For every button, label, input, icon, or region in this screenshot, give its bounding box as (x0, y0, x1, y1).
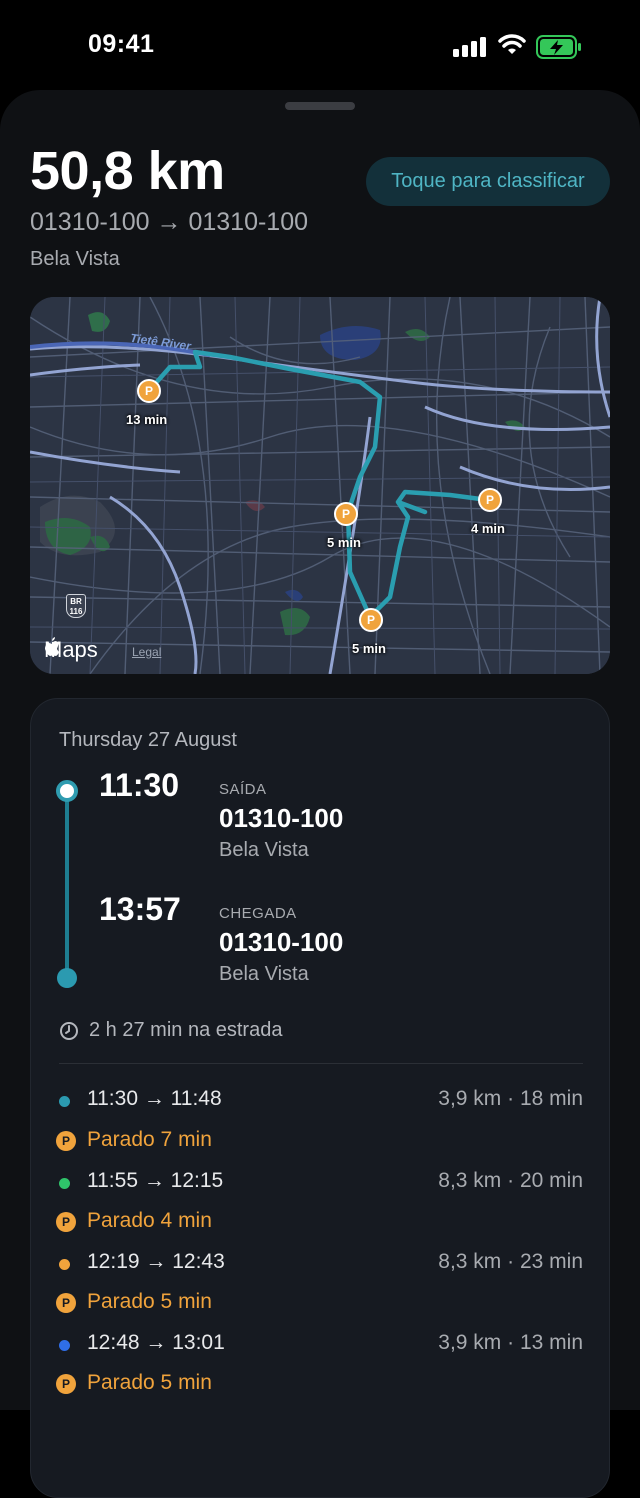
departure-zip: 01310-100 (219, 803, 344, 833)
parking-icon: P (56, 1131, 76, 1151)
map-stop-label: 4 min (471, 521, 505, 536)
arrival-place: Bela Vista (219, 963, 309, 985)
parking-pin-icon[interactable]: P (334, 502, 358, 526)
route-map[interactable]: Tietê River BR 116 P 13 min P 5 min P 4 … (30, 297, 610, 674)
parking-icon: P (56, 1293, 76, 1313)
segment-dot-icon (59, 1259, 70, 1270)
segment-time: 12:48 → 13:01 (87, 1331, 225, 1354)
stop-row[interactable]: P Parado 5 min (56, 1290, 359, 1320)
drive-duration: 2 h 27 min na estrada (59, 1019, 282, 1042)
segment-time: 11:55 → 12:15 (87, 1169, 224, 1192)
trip-sheet: 50,8 km 01310-100 → 01310-100 Bela Vista… (0, 90, 640, 1498)
trip-details-card: Thursday 27 August 11:30 SAÍDA 01310-100… (30, 698, 610, 1498)
shield-top: BR (70, 597, 82, 606)
segment-dot-icon (59, 1340, 70, 1351)
stop-row[interactable]: P Parado 4 min (56, 1209, 359, 1239)
map-stop-label: 5 min (352, 641, 386, 656)
departure-tag: SAÍDA (219, 781, 267, 798)
divider (59, 1063, 583, 1064)
battery-charging-icon (536, 35, 581, 59)
segment-row[interactable]: 11:55 → 12:15 8,3 km · 20 min (59, 1169, 583, 1199)
sheet-grabber[interactable] (285, 102, 355, 110)
segment-stats: 3,9 km · 18 min (438, 1087, 583, 1110)
stop-row[interactable]: P Parado 7 min (56, 1128, 359, 1158)
highway-shield-icon: BR 116 (66, 594, 86, 618)
trip-neighborhood: Bela Vista (30, 248, 120, 270)
status-time: 09:41 (88, 30, 155, 58)
trip-distance: 50,8 km (30, 141, 225, 201)
trip-route: 01310-100 → 01310-100 (30, 208, 309, 236)
parking-icon: P (56, 1212, 76, 1232)
segment-time: 12:19 → 12:43 (87, 1250, 225, 1273)
arrival-time: 13:57 (99, 891, 181, 927)
apple-icon (45, 637, 59, 656)
trip-date: Thursday 27 August (59, 729, 237, 751)
map-legal-link[interactable]: Legal (132, 645, 161, 659)
segment-row[interactable]: 12:19 → 12:43 8,3 km · 23 min (59, 1250, 583, 1280)
departure-place: Bela Vista (219, 839, 309, 861)
segment-stats: 8,3 km · 20 min (438, 1169, 583, 1192)
segment-stats: 3,9 km · 13 min (438, 1331, 583, 1354)
segment-dot-icon (59, 1096, 70, 1107)
segment-time: 11:30 → 11:48 (87, 1087, 222, 1110)
arrival-node-icon (57, 968, 77, 988)
segment-stats: 8,3 km · 23 min (438, 1250, 583, 1273)
clock-icon (60, 1021, 78, 1040)
map-streets (30, 297, 610, 674)
segment-dot-icon (59, 1178, 70, 1189)
stop-text: Parado 5 min (87, 1290, 212, 1313)
stop-text: Parado 4 min (87, 1209, 212, 1232)
segment-row[interactable]: 11:30 → 11:48 3,9 km · 18 min (59, 1087, 583, 1117)
stop-row[interactable]: P Parado 5 min (56, 1371, 359, 1401)
maps-logo: Maps (44, 637, 98, 663)
rate-trip-button[interactable]: Toque para classificar (366, 157, 610, 206)
wifi-icon (498, 34, 526, 54)
timeline-line (65, 799, 69, 977)
parking-pin-icon[interactable]: P (478, 488, 502, 512)
parking-pin-icon[interactable]: P (359, 608, 383, 632)
map-stop-label: 13 min (126, 412, 168, 427)
stop-text: Parado 5 min (87, 1371, 212, 1394)
parking-pin-icon[interactable]: P (137, 379, 161, 403)
departure-time: 11:30 (99, 767, 180, 803)
departure-node-icon (56, 780, 78, 802)
drive-duration-text: 2 h 27 min na estrada (89, 1019, 283, 1041)
cellular-signal-icon (453, 37, 487, 57)
shield-bottom: 116 (69, 607, 83, 616)
parking-icon: P (56, 1374, 76, 1394)
arrival-tag: CHEGADA (219, 905, 297, 922)
stop-text: Parado 7 min (87, 1128, 212, 1151)
map-stop-label: 5 min (327, 535, 361, 550)
segment-row[interactable]: 12:48 → 13:01 3,9 km · 13 min (59, 1331, 583, 1361)
status-bar: 09:41 (0, 0, 640, 90)
arrival-zip: 01310-100 (219, 927, 344, 957)
